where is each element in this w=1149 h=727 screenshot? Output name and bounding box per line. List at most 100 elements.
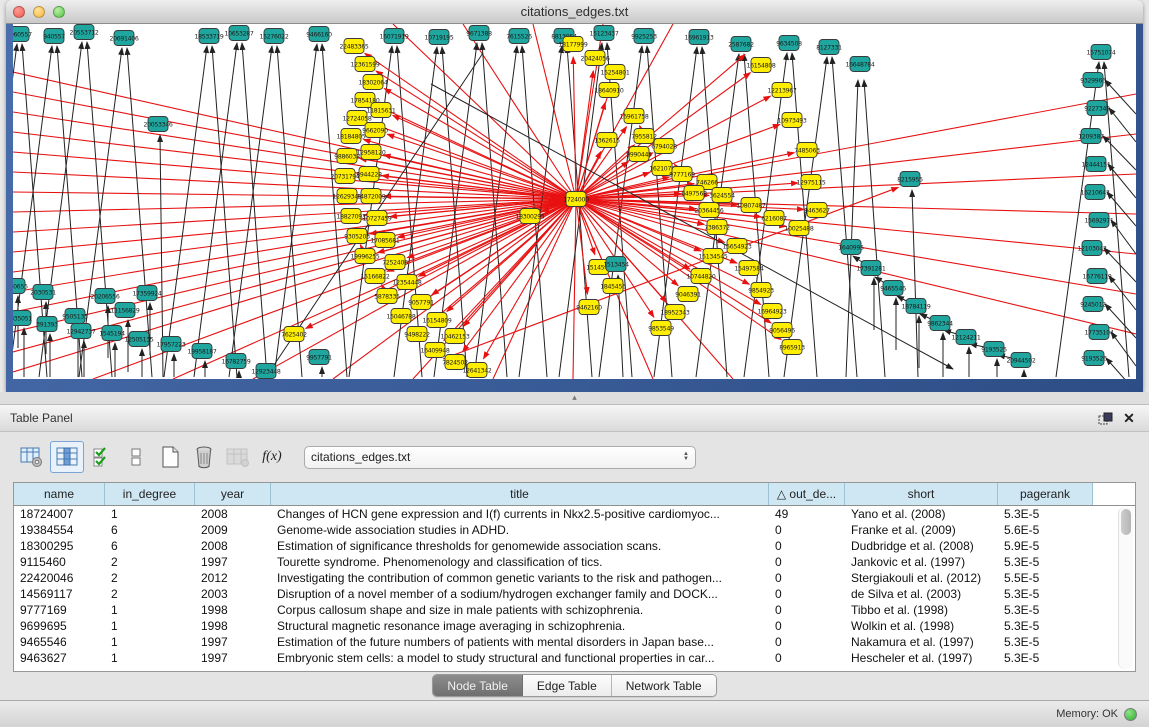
tab-node-table[interactable]: Node Table	[433, 675, 523, 696]
graph-node-yellow[interactable]: 12361599	[350, 57, 379, 72]
table-cell[interactable]: 5.3E-5	[998, 587, 1093, 601]
graph-node-teal[interactable]: 835051	[13, 311, 32, 326]
graph-node-teal[interactable]: 9466160	[306, 27, 332, 42]
graph-node-yellow[interactable]: 9462160	[576, 300, 602, 315]
table-cell[interactable]: Genome-wide association studies in ADHD.	[271, 523, 769, 537]
graph-node-teal[interactable]: 16782759	[221, 354, 250, 369]
column-header-5[interactable]: short	[845, 483, 998, 505]
graph-node-teal[interactable]: 16210643	[1080, 185, 1109, 200]
graph-node-teal[interactable]: 2030531	[30, 285, 56, 300]
table-cell[interactable]: de Silva et al. (2003)	[845, 587, 998, 601]
graph-node-yellow[interactable]: 8944228	[356, 167, 382, 182]
float-panel-icon[interactable]	[1093, 409, 1117, 427]
graph-node-yellow[interactable]: 5878335	[374, 289, 400, 304]
table-cell[interactable]: Changes of HCN gene expression and I(f) …	[271, 507, 769, 521]
table-source-dropdown[interactable]: citations_edges.txt ▲▼	[304, 446, 696, 469]
graph-node-teal[interactable]: 1545194	[99, 326, 125, 341]
graph-node-teal[interactable]: 9862344	[927, 316, 953, 331]
graph-node-teal[interactable]: 9245012	[1080, 297, 1106, 312]
citation-edge-black[interactable]	[1111, 220, 1136, 254]
table-cell[interactable]: Structural magnetic resonance image aver…	[271, 619, 769, 633]
graph-node-teal[interactable]: 391393	[36, 317, 58, 332]
citation-edge-black[interactable]	[912, 190, 918, 377]
table-cell[interactable]: 5.9E-5	[998, 539, 1093, 553]
graph-node-yellow[interactable]: 7485063	[794, 143, 820, 158]
node-table[interactable]: namein_degreeyeartitle△ out_de...shortpa…	[13, 482, 1136, 672]
graph-node-yellow[interactable]: 12213967	[767, 83, 796, 98]
graph-node-yellow[interactable]: 9498222	[404, 327, 430, 342]
table-cell[interactable]: Jankovic et al. (1997)	[845, 555, 998, 569]
graph-node-teal[interactable]: 20206556	[90, 289, 119, 304]
table-cell[interactable]: Stergiakouli et al. (2012)	[845, 571, 998, 585]
table-cell[interactable]: 0	[769, 571, 845, 585]
table-cell[interactable]: 9463627	[14, 651, 105, 665]
graph-node-yellow[interactable]: 18952343	[660, 305, 689, 320]
graph-node-teal[interactable]: 15276022	[259, 29, 288, 44]
graph-node-teal[interactable]: 16776119	[1082, 269, 1111, 284]
graph-node-teal[interactable]: 20691406	[109, 31, 138, 46]
graph-node-teal[interactable]: 1640995	[838, 240, 864, 255]
graph-node-yellow[interactable]: 6497568	[681, 186, 707, 201]
table-cell[interactable]: 1	[105, 507, 195, 521]
table-cell[interactable]: Disruption of a novel member of a sodium…	[271, 587, 769, 601]
table-cell[interactable]: Estimation of the future numbers of pati…	[271, 635, 769, 649]
citation-edge-black[interactable]	[846, 80, 858, 377]
table-row[interactable]: 946554611997Estimation of the future num…	[14, 634, 1135, 650]
graph-node-yellow[interactable]: 12958120	[356, 145, 385, 160]
select-all-button[interactable]	[86, 442, 118, 472]
table-cell[interactable]: Wolkin et al. (1998)	[845, 619, 998, 633]
table-cell[interactable]: 2	[105, 587, 195, 601]
table-cell[interactable]: 22420046	[14, 571, 105, 585]
graph-node-yellow[interactable]: 7386372	[704, 220, 730, 235]
delete-rows-button[interactable]	[188, 442, 220, 472]
column-header-3[interactable]: title	[271, 483, 769, 505]
graph-node-yellow[interactable]: 16964923	[757, 304, 786, 319]
table-cell[interactable]: 18300295	[14, 539, 105, 553]
graph-node-teal[interactable]: 9329966	[1080, 73, 1106, 88]
graph-node-yellow[interactable]: 7625402	[281, 327, 307, 342]
graph-node-teal[interactable]: 9925253	[631, 29, 657, 44]
graph-node-yellow[interactable]: 11815631	[366, 103, 395, 118]
graph-node-yellow[interactable]: 9853549	[648, 321, 674, 336]
graph-node-yellow[interactable]: 12975115	[796, 175, 825, 190]
network-canvas[interactable]: 2060557940557205537122069140618533719106…	[13, 24, 1136, 379]
table-cell[interactable]: 9777169	[14, 603, 105, 617]
table-cell[interactable]: 1997	[195, 651, 271, 665]
graph-node-teal[interactable]: 18784119	[901, 299, 930, 314]
graph-node-yellow[interactable]: 10807487	[736, 198, 765, 213]
graph-node-teal[interactable]: 15692971	[1084, 213, 1113, 228]
citation-edge-black[interactable]	[242, 43, 267, 377]
graph-node-teal[interactable]: 10719195	[424, 30, 453, 45]
table-cell[interactable]: 6	[105, 523, 195, 537]
table-cell[interactable]: Embryonic stem cells: a model to study s…	[271, 651, 769, 665]
table-cell[interactable]: 49	[769, 507, 845, 521]
graph-node-teal[interactable]: 16961913	[684, 30, 713, 45]
graph-node-yellow[interactable]: 20364456	[694, 203, 723, 218]
graph-node-teal[interactable]: 20553712	[69, 25, 98, 40]
graph-node-yellow[interactable]: 6216087	[761, 211, 787, 226]
graph-node-teal[interactable]: 12103043	[1077, 241, 1106, 256]
table-cell[interactable]: 0	[769, 587, 845, 601]
table-cell[interactable]: 1997	[195, 635, 271, 649]
tab-edge-table[interactable]: Edge Table	[523, 675, 612, 696]
graph-node-yellow[interactable]: 1845456	[600, 279, 626, 294]
table-cell[interactable]: 5.3E-5	[998, 635, 1093, 649]
graph-node-teal[interactable]: 17391281	[856, 261, 885, 276]
graph-node-teal[interactable]: 17735104	[1084, 325, 1113, 340]
graph-node-yellow[interactable]: 10973493	[777, 113, 806, 128]
graph-node-teal[interactable]: 19958187	[187, 344, 216, 359]
table-cell[interactable]: 2008	[195, 507, 271, 521]
citation-network-graph[interactable]: 2060557940557205537122069140618533719106…	[13, 24, 1136, 379]
graph-node-teal[interactable]: 18533719	[194, 29, 223, 44]
graph-node-yellow[interactable]: 15254801	[600, 65, 629, 80]
graph-node-yellow[interactable]: 3624554	[709, 188, 735, 203]
graph-node-yellow[interactable]: 16961758	[619, 109, 648, 124]
graph-node-yellow[interactable]: 16154808	[746, 58, 775, 73]
scrollbar-thumb[interactable]	[1121, 509, 1131, 535]
graph-node-teal[interactable]: 20944502	[1006, 353, 1035, 368]
citation-edge-red[interactable]	[369, 123, 576, 199]
graph-node-yellow[interactable]: 18177999	[558, 37, 587, 52]
graph-node-teal[interactable]: 9465546	[880, 281, 906, 296]
graph-node-yellow[interactable]: 15134545	[698, 249, 727, 264]
table-cell[interactable]: 2008	[195, 539, 271, 553]
